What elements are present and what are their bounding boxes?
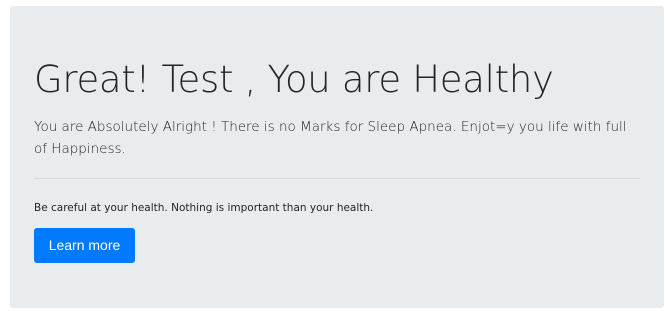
lead-text: You are Absolutely Alright ! There is no… [34,119,627,157]
divider [34,178,640,179]
health-note: Be careful at your health. Nothing is im… [34,202,374,214]
jumbotron: Great! Test , You are Healthy You are Ab… [10,6,664,308]
learn-more-button[interactable]: Learn more [34,228,135,263]
page-title: Great! Test , You are Healthy [34,58,554,101]
